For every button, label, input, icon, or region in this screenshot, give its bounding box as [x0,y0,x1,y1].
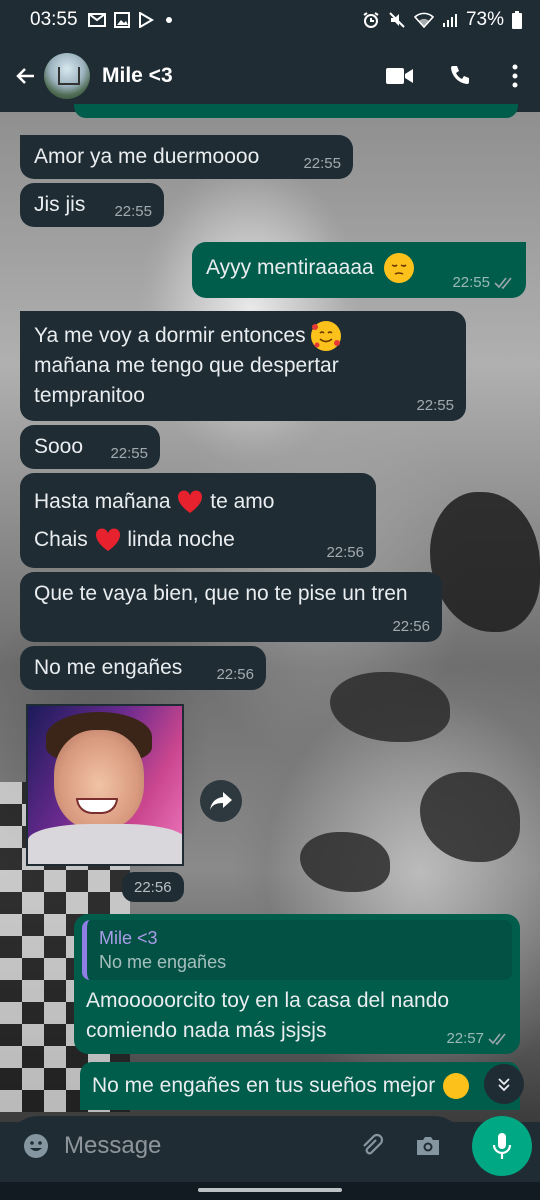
image-content [28,824,182,864]
read-ticks-icon [488,1033,506,1045]
message-bubble-in[interactable]: Hasta mañana te amo Chais linda noche 22… [20,473,376,568]
voice-message-button[interactable] [472,1116,532,1176]
face-emoji [443,1073,470,1100]
message-text: Sooo [34,435,84,458]
quote-text: No me engañes [99,952,227,972]
message-bubble-in[interactable]: Sooo 22:55 [20,425,160,469]
image-message[interactable] [26,704,184,866]
status-bar: 03:55 73% [0,0,540,40]
quote-author: Mile <3 [99,928,158,948]
back-button[interactable] [8,58,44,94]
message-time: 22:57 [446,1030,484,1047]
message-bubble-in[interactable]: Jis jis 22:55 [20,183,164,227]
chat-header: Mile <3 [0,40,540,112]
forward-icon [210,792,232,810]
message-text: Ya me voy a dormir entonces [34,324,306,347]
message-bubble-in[interactable]: Amor ya me duermoooo 22:55 [20,135,353,179]
emoji-button[interactable] [8,1118,64,1174]
message-time: 22:55 [110,445,148,462]
message-bubble-in[interactable]: Que te vaya bien, que no te pise un tren… [20,572,442,642]
battery-icon [512,11,522,29]
scroll-to-bottom-button[interactable] [484,1064,524,1104]
message-time: 22:56 [134,878,172,896]
message-text: comiendo nada más jsjsjs [86,1019,327,1042]
message-text: Ayyy mentiraaaaa [206,256,374,279]
more-vert-icon [512,64,518,88]
message-text: No me engañes [34,656,183,679]
paperclip-icon [363,1133,384,1155]
battery-percent: 73% [465,9,504,30]
status-time: 03:55 [30,9,78,30]
message-text: No me engañes en tus sueños mejor [92,1074,436,1097]
message-text: Que te vaya bien, que no te pise un tren [34,582,408,605]
forward-button[interactable] [200,780,242,822]
wallpaper-shape [420,772,520,862]
message-bubble-out[interactable]: No me engañes en tus sueños mejor [80,1062,520,1110]
message-text: te amo [210,490,275,513]
message-text: Amor ya me duermoooo [34,145,260,168]
wallpaper-shape [330,672,450,742]
dot-icon [165,17,172,23]
message-text: mañana me tengo que despertar [34,354,339,378]
message-text: Chais [34,528,88,551]
red-heart-emoji [178,490,203,514]
message-bubble-partial [74,104,518,118]
smiling-face-with-hearts-emoji [311,321,342,352]
message-time: 22:55 [303,155,341,172]
message-bubble-in[interactable]: No me engañes 22:56 [20,646,266,690]
gmail-icon [87,13,106,27]
pensive-face-emoji [383,253,414,284]
message-text: Amooooorcito toy en la casa del nando [86,989,450,1012]
home-handle[interactable] [198,1188,342,1192]
camera-icon [417,1137,439,1155]
video-call-button[interactable] [370,51,430,101]
message-time: 22:56 [216,666,254,683]
read-ticks-icon [494,277,512,289]
attach-button[interactable] [344,1118,400,1174]
microphone-icon [492,1133,512,1159]
mute-icon [389,12,405,28]
gallery-icon [113,12,130,28]
image-content [54,730,144,830]
play-store-icon [138,12,154,28]
message-bubble-out-reply[interactable]: Mile <3 No me engañes Amooooorcito toy e… [74,914,520,1054]
message-time: 22:56 [326,544,364,561]
wifi-icon [413,12,434,28]
message-text: tempranitoo [34,384,145,408]
signal-icon [442,14,457,27]
wallpaper-shape [430,492,540,632]
message-time: 22:55 [416,397,454,414]
compose-bar [0,1110,540,1182]
message-bubble-out[interactable]: Ayyy mentiraaaaa 22:55 [192,242,526,298]
quoted-message[interactable]: Mile <3 No me engañes [82,920,512,980]
message-text: Jis jis [34,193,86,216]
voice-call-button[interactable] [430,51,490,101]
message-time: 22:56 [392,618,430,635]
voice-call-icon [451,66,469,84]
message-text: linda noche [127,528,235,551]
message-bubble-in[interactable]: Ya me voy a dormir entonces mañana me te… [20,311,466,421]
video-call-icon [386,68,413,84]
message-input[interactable] [64,1132,344,1160]
more-options-button[interactable] [490,51,540,101]
image-message-time: 22:56 [122,872,184,902]
emoji-icon [24,1134,48,1158]
contact-name[interactable]: Mile <3 [102,64,173,88]
wallpaper-shape [300,832,390,892]
back-arrow-icon [16,68,34,84]
message-text: Hasta mañana [34,490,171,513]
red-heart-emoji [95,528,120,552]
message-time: 22:55 [114,203,152,220]
compose-pill [8,1116,464,1176]
message-time: 22:55 [452,274,490,291]
avatar[interactable] [44,53,90,99]
alarm-icon [363,12,379,28]
double-chevron-down-icon [498,1078,510,1092]
camera-button[interactable] [400,1118,456,1174]
